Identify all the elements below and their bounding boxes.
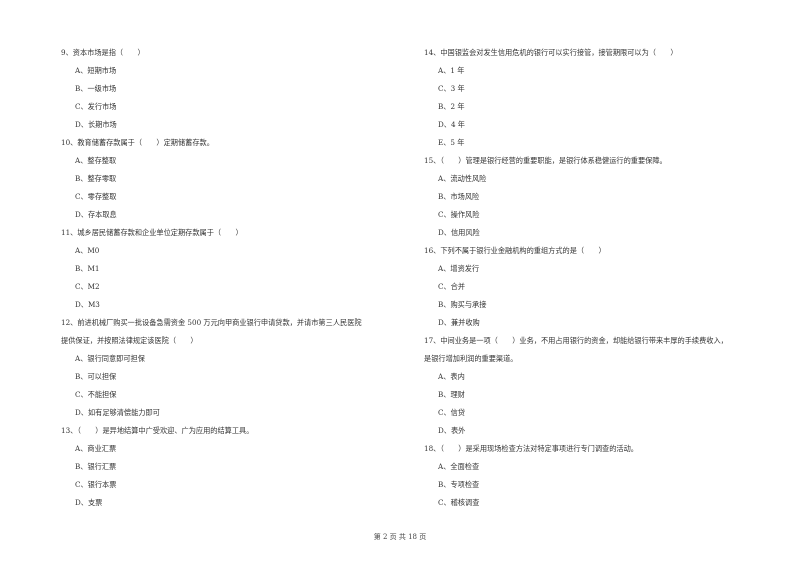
answer-option: A、整存整取 — [75, 156, 117, 165]
answer-option: B、理财 — [438, 390, 465, 399]
question-text: 9、资本市场是指（ ） — [61, 48, 145, 57]
answer-option: A、增资发行 — [438, 264, 480, 273]
question-block: 11、城乡居民储蓄存款和企业单位定期存款属于（ ） A、M0 B、M1 C、M2 D、M… — [61, 224, 406, 314]
answer-option: B、市场风险 — [438, 192, 480, 201]
answer-option: A、短期市场 — [75, 66, 117, 75]
question-block: 17、中间业务是一项（ ）业务，不用占用银行的资金，却能给银行带来丰厚的手续费收… — [424, 332, 794, 440]
answer-option: E、5 年 — [438, 138, 465, 147]
answer-option: D、存本取息 — [75, 210, 117, 219]
question-text: 16、下列不属于银行业金融机构的重组方式的是（ ） — [424, 246, 606, 255]
answer-option: C、零存整取 — [75, 192, 117, 201]
answer-option: C、信贷 — [438, 408, 466, 417]
answer-option: C、发行市场 — [75, 102, 117, 111]
answer-option: D、兼并收购 — [438, 318, 480, 327]
answer-option: B、银行汇票 — [75, 462, 117, 471]
answer-option: D、M3 — [75, 300, 100, 309]
answer-option: A、银行同意即可担保 — [75, 354, 145, 363]
answer-option: D、4 年 — [438, 120, 465, 129]
answer-option: B、可以担保 — [75, 372, 117, 381]
question-text: 15、（ ）管理是银行经营的重要职能，是银行体系稳健运行的重要保障。 — [424, 156, 667, 165]
question-text: 10、教育储蓄存款属于（ ）定期储蓄存款。 — [61, 138, 214, 147]
question-text: 11、城乡居民储蓄存款和企业单位定期存款属于（ ） — [61, 228, 243, 237]
left-question-column: 9、资本市场是指（ ） A、短期市场 B、一级市场 C、发行市场 D、长期市场 10、教育… — [61, 44, 406, 512]
right-question-column: 14、中国银监会对发生信用危机的银行可以实行接管，接管期限可以为（ ） A、1 年… — [424, 44, 794, 512]
answer-option: A、1 年 — [438, 66, 465, 75]
answer-option: C、稽核调查 — [438, 498, 480, 507]
answer-option: B、整存零取 — [75, 174, 117, 183]
question-block: 13、（ ）是异地结算中广受欢迎、广为应用的结算工具。 A、商业汇票 B、银行汇票 C… — [61, 422, 406, 512]
answer-option: C、合并 — [438, 282, 466, 291]
answer-option: D、表外 — [438, 426, 466, 435]
question-block: 12、前进机械厂购买一批设备急需资金 500 万元向甲商业银行申请贷款，并请市第… — [61, 314, 406, 422]
question-text: 17、中间业务是一项（ ）业务，不用占用银行的资金，却能给银行带来丰厚的手续费收… — [424, 336, 728, 345]
question-text: 14、中国银监会对发生信用危机的银行可以实行接管，接管期限可以为（ ） — [424, 48, 678, 57]
answer-option: C、3 年 — [438, 84, 465, 93]
answer-option: A、M0 — [75, 246, 100, 255]
answer-option: A、表内 — [438, 372, 465, 381]
answer-option: B、一级市场 — [75, 84, 117, 93]
answer-option: D、支票 — [75, 498, 103, 507]
answer-option: A、商业汇票 — [75, 444, 117, 453]
answer-option: B、购买与承接 — [438, 300, 487, 309]
answer-option: A、全面检查 — [438, 462, 480, 471]
question-text: 12、前进机械厂购买一批设备急需资金 500 万元向甲商业银行申请贷款，并请市第… — [61, 318, 362, 327]
question-text: 13、（ ）是异地结算中广受欢迎、广为应用的结算工具。 — [61, 426, 254, 435]
question-block: 10、教育储蓄存款属于（ ）定期储蓄存款。 A、整存整取 B、整存零取 C、零存整取 D… — [61, 134, 406, 224]
question-block: 18、（ ）是采用现场检查方法对特定事项进行专门调查的活动。 A、全面检查 B、专项… — [424, 440, 794, 512]
answer-option: C、M2 — [75, 282, 100, 291]
question-block: 9、资本市场是指（ ） A、短期市场 B、一级市场 C、发行市场 D、长期市场 — [61, 44, 406, 134]
answer-option: A、流动性风险 — [438, 174, 487, 183]
answer-option: B、M1 — [75, 264, 100, 273]
question-text: 提供保证，并按照法律规定该医院（ ） — [61, 336, 198, 345]
question-text: 是银行增加利润的重要渠道。 — [424, 354, 518, 363]
answer-option: C、银行本票 — [75, 480, 117, 489]
answer-option: B、专项检查 — [438, 480, 480, 489]
answer-option: C、操作风险 — [438, 210, 480, 219]
answer-option: B、2 年 — [438, 102, 465, 111]
answer-option: C、不能担保 — [75, 390, 117, 399]
question-block: 16、下列不属于银行业金融机构的重组方式的是（ ） A、增资发行 C、合并 B、购买与… — [424, 242, 794, 332]
answer-option: D、信用风险 — [438, 228, 480, 237]
answer-option: D、长期市场 — [75, 120, 117, 129]
answer-option: D、如有足够清偿能力即可 — [75, 408, 160, 417]
question-block: 15、（ ）管理是银行经营的重要职能，是银行体系稳健运行的重要保障。 A、流动性风… — [424, 152, 794, 242]
page-footer: 第 2 页 共 18 页 — [373, 533, 427, 541]
question-block: 14、中国银监会对发生信用危机的银行可以实行接管，接管期限可以为（ ） A、1 年… — [424, 44, 794, 152]
question-text: 18、（ ）是采用现场检查方法对特定事项进行专门调查的活动。 — [424, 444, 638, 453]
